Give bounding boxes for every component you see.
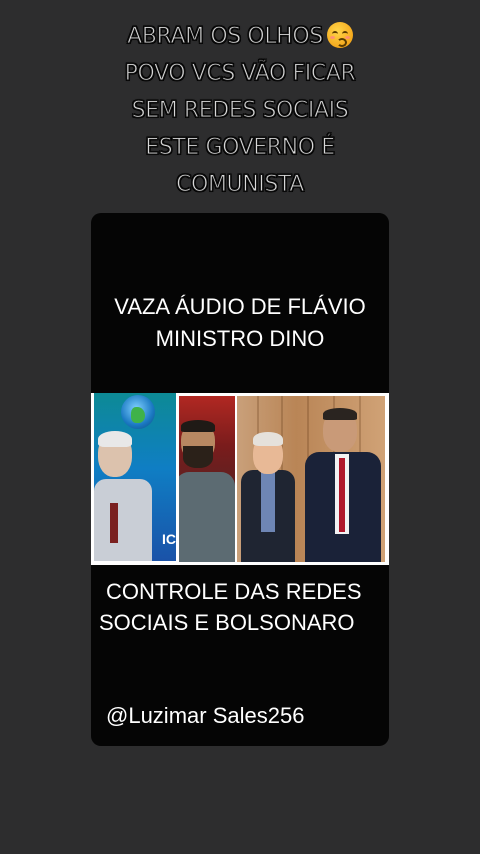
video-card[interactable]: VAZA ÁUDIO DE FLÁVIO MINISTRO DINO ICI <box>91 213 389 746</box>
headline-line-2: MINISTRO DINO <box>155 326 325 351</box>
caption-line-3: SEM REDES SOCIAIS <box>131 98 349 124</box>
photo-overlay-text: ICI <box>162 531 176 547</box>
photo-middle-bearded-man <box>179 396 235 562</box>
author-handle: @Luzimar Sales256 <box>106 703 305 728</box>
headline-line-1: VAZA ÁUDIO DE FLÁVIO <box>114 294 366 319</box>
caption-line-2: POVO VCS VÃO FICAR <box>124 61 356 87</box>
video-headline: VAZA ÁUDIO DE FLÁVIO MINISTRO DINO <box>91 291 389 355</box>
photo-collage: ICI <box>91 393 389 565</box>
caption-line-1: ABRAM OS OLHOS <box>40 18 440 55</box>
photo-right-two-men <box>237 396 385 562</box>
video-subline: CONTROLE DAS REDES SOCIAIS E BOLSONARO <box>91 576 389 638</box>
caption-line-5: COMUNISTA <box>176 172 305 198</box>
post-caption: ABRAM OS OLHOS POVO VCS VÃO FICAR SEM RE… <box>40 18 440 203</box>
globe-icon <box>121 395 155 429</box>
caption-line-4: ESTE GOVERNO É <box>145 135 336 161</box>
subline-line-1: CONTROLE DAS REDES <box>106 579 362 604</box>
photo-left-speaker: ICI <box>94 393 176 561</box>
subline-line-2: SOCIAIS E BOLSONARO <box>99 610 355 635</box>
kissing-face-emoji-icon <box>326 22 353 48</box>
